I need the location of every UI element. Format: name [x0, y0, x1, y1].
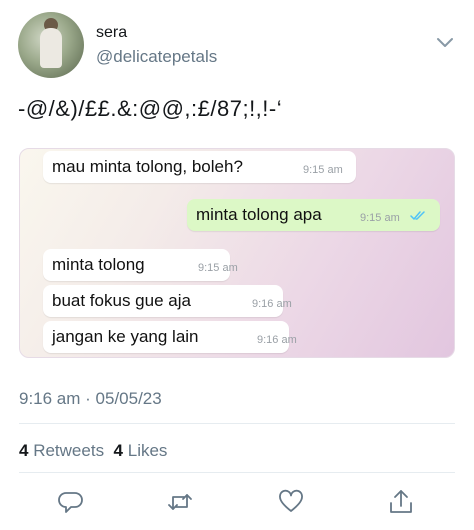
- chevron-down-icon[interactable]: [436, 36, 454, 48]
- tweet-timestamp[interactable]: 9:16 am · 05/05/23: [19, 389, 162, 409]
- retweets-label[interactable]: Retweets: [33, 441, 104, 460]
- message-time: 9:15 am: [303, 164, 343, 176]
- chat-bubble-outgoing: minta tolong apa 9:15 am: [187, 199, 440, 231]
- chat-bubble-incoming: mau minta tolong, boleh? 9:15 am: [43, 151, 356, 183]
- chat-bubble-incoming: minta tolong 9:15 am: [43, 249, 238, 281]
- message-text: minta tolong apa: [196, 205, 322, 224]
- chat-bubble-incoming: jangan ke yang lain 9:16 am: [43, 321, 297, 353]
- likes-label[interactable]: Likes: [128, 441, 168, 460]
- likes-count[interactable]: 4: [114, 441, 123, 460]
- message-text: minta tolong: [52, 255, 145, 274]
- like-icon[interactable]: [278, 489, 304, 515]
- share-icon[interactable]: [388, 489, 414, 515]
- message-text: mau minta tolong, boleh?: [52, 157, 243, 176]
- message-text: jangan ke yang lain: [52, 327, 199, 346]
- avatar[interactable]: [18, 12, 84, 78]
- user-handle[interactable]: @delicatepetals: [96, 47, 217, 67]
- divider: [19, 472, 455, 473]
- divider: [19, 423, 455, 424]
- message-text: buat fokus gue aja: [52, 291, 191, 310]
- double-check-icon: [410, 211, 425, 220]
- display-name[interactable]: sera: [96, 24, 127, 42]
- chat-bubble-incoming: buat fokus gue aja 9:16 am: [43, 285, 292, 317]
- retweets-count[interactable]: 4: [19, 441, 28, 460]
- reply-icon[interactable]: [58, 489, 84, 515]
- message-time: 9:16 am: [252, 298, 292, 310]
- engagement-stats: 4 Retweets 4 Likes: [19, 441, 167, 461]
- message-time: 9:16 am: [257, 334, 297, 346]
- chat-screenshot[interactable]: mau minta tolong, boleh? 9:15 am minta t…: [19, 148, 455, 358]
- avatar-figure-shape: [40, 28, 62, 68]
- tweet-text: -@/&)/££.&:@@,:£/87;!,!-‘: [18, 96, 283, 121]
- message-time: 9:15 am: [360, 212, 400, 224]
- message-time: 9:15 am: [198, 262, 238, 274]
- retweet-icon[interactable]: [167, 489, 193, 515]
